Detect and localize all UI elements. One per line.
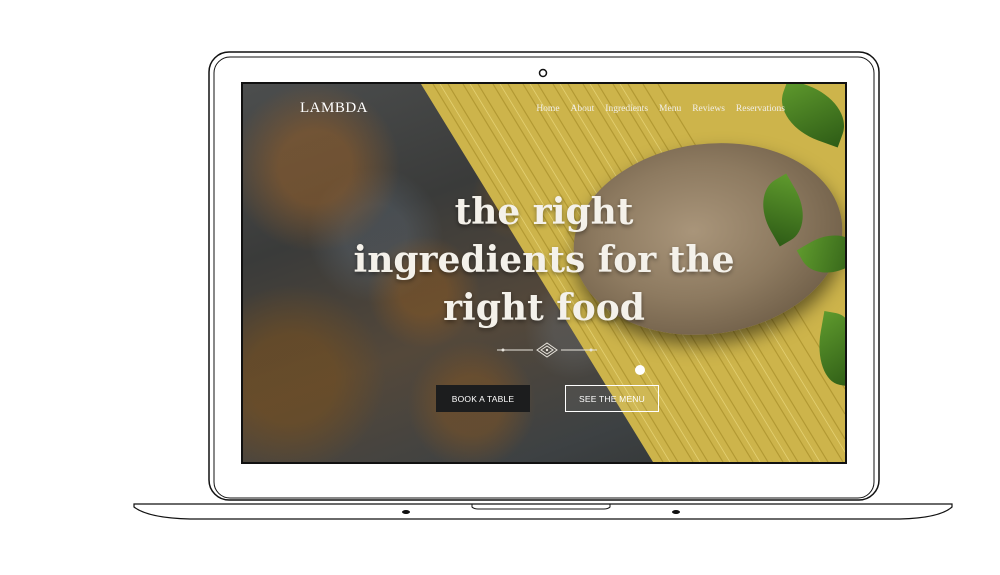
headline-line: ingredients for the [353, 239, 735, 281]
top-navigation: LAMBDA Home About Ingredients Menu Revie… [243, 100, 845, 122]
nav-menu: Home About Ingredients Menu Reviews Rese… [536, 104, 785, 114]
nav-item-reservations[interactable]: Reservations [736, 104, 785, 114]
headline-line: right food [443, 287, 645, 329]
see-menu-button[interactable]: SEE THE MENU [565, 385, 659, 412]
site-logo[interactable]: LAMBDA [300, 100, 368, 117]
slider-dot[interactable] [635, 365, 645, 375]
nav-item-home[interactable]: Home [536, 104, 559, 114]
nav-item-about[interactable]: About [571, 104, 595, 114]
book-table-button[interactable]: BOOK A TABLE [436, 385, 530, 412]
nav-item-ingredients[interactable]: Ingredients [605, 104, 648, 114]
website-screen: LAMBDA Home About Ingredients Menu Revie… [243, 84, 845, 462]
nav-item-menu[interactable]: Menu [659, 104, 681, 114]
hero-headline: the right ingredients for the right food [243, 188, 845, 332]
nav-item-reviews[interactable]: Reviews [692, 104, 725, 114]
ornament-divider-icon [497, 342, 597, 358]
headline-line: the right [454, 191, 634, 233]
